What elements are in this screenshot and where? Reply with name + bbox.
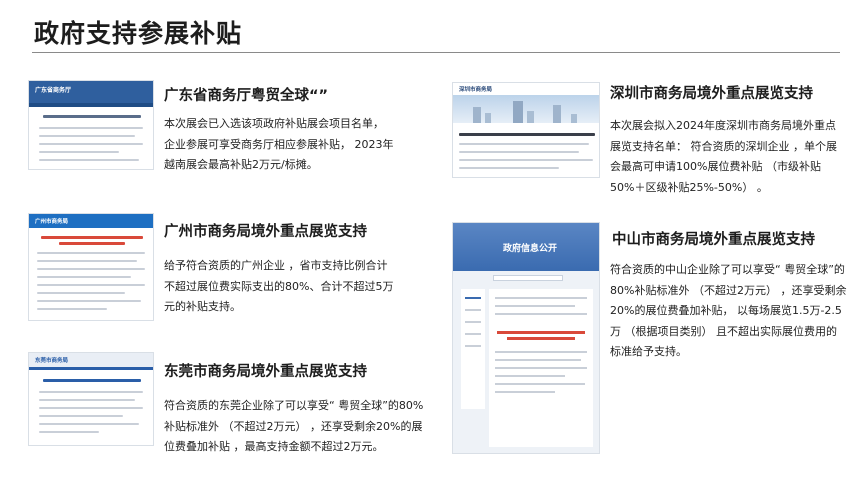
thumb-nav-strip (29, 367, 153, 370)
description-line: 万 （根据项目类别） 且不超出实际展位费用的 (610, 324, 837, 338)
thumb-text-line (37, 292, 125, 294)
thumb-text-line (39, 143, 143, 145)
thumb-text-line (459, 167, 559, 169)
description-line: 补贴标准外 （不超过2万元） ，还享受剩余20%的展 (164, 419, 423, 433)
card-title: 深圳市商务局境外重点展览支持 (610, 86, 813, 102)
thumb-text-line (37, 252, 145, 254)
thumb-logo-text: 政府信息公开 (503, 244, 558, 254)
thumb-content-panel (489, 289, 593, 447)
description-line: 元的补贴支持。 (164, 300, 241, 313)
thumb-search-box (493, 275, 563, 281)
card-description: 本次展会已入选该项政府补贴展会项目名单， 企业参展可享受商务厅相应参展补贴， 2… (164, 114, 394, 176)
thumb-text-line (37, 284, 145, 286)
card-description: 符合资质的东莞企业除了可以享受“ 粤贸全球”的80% 补贴标准外 （不超过2万元… (164, 396, 423, 458)
thumb-text-line (39, 407, 143, 409)
thumb-logo-text: 东莞市商务局 (35, 358, 69, 364)
card-title: 中山市商务局境外重点展览支持 (612, 232, 815, 248)
title-divider (32, 52, 840, 53)
description-line: 不超过展位费实际支出的80%、合计不超过5万 (164, 279, 394, 293)
thumb-text-line (37, 300, 141, 302)
card-description: 本次展会拟入2024年度深圳市商务局境外重点 展览支持名单： 符合资质的深圳企业… (610, 116, 837, 198)
thumb-text-line (459, 151, 579, 153)
thumb-text-line (39, 391, 143, 393)
card-description: 符合资质的中山企业除了可以享受“ 粤贸全球”的 80%补贴标准外 （不超过2万元… (610, 260, 846, 363)
description-line: 本次展会已入选该项政府补贴展会项目名单， (164, 117, 384, 130)
thumb-side-menu (461, 289, 485, 409)
card-title: 广东省商务厅粤贸全球“” (164, 88, 329, 104)
thumb-logo-text: 广东省商务厅 (35, 87, 72, 94)
thumb-logo-text: 深圳市商务局 (459, 87, 493, 93)
description-line: 本次展会拟入2024年度深圳市商务局境外重点 (610, 119, 836, 132)
thumb-text-line (37, 260, 137, 262)
thumb-text-line (39, 151, 119, 153)
thumb-nav-strip (29, 103, 153, 107)
thumb-text-line (459, 143, 589, 145)
description-line: 企业参展可享受商务厅相应参展补贴， 2023年 (164, 137, 394, 151)
thumb-logo-text: 广州市商务局 (35, 219, 69, 225)
thumb-text-line (39, 127, 143, 129)
guangzhou-screenshot-thumbnail[interactable]: 广州市商务局 (28, 213, 154, 321)
thumb-text-line (37, 268, 145, 270)
description-line: 标准给予支持。 (610, 345, 687, 358)
thumb-article-title (43, 379, 141, 382)
thumb-text-line (459, 159, 593, 161)
thumb-city-skyline-banner (453, 95, 599, 123)
thumb-red-headline (41, 236, 143, 239)
description-line: 符合资质的东莞企业除了可以享受“ 粤贸全球”的80% (164, 399, 424, 412)
thumb-article-title (459, 133, 595, 136)
thumb-text-line (39, 135, 135, 137)
shenzhen-screenshot-thumbnail[interactable]: 深圳市商务局 (452, 82, 600, 178)
dongguan-screenshot-thumbnail[interactable]: 东莞市商务局 (28, 352, 154, 446)
thumb-article-title (43, 115, 141, 118)
thumb-red-headline (59, 242, 125, 245)
guangdong-screenshot-thumbnail[interactable]: 广东省商务厅 (28, 80, 154, 170)
description-line: 50%＋区级补贴25%-50%） 。 (610, 180, 768, 194)
description-line: 越南展会最高补贴2万元/标摊。 (164, 158, 318, 171)
page-title: 政府支持参展补贴 (34, 19, 243, 48)
description-line: 80%补贴标准外 （不超过2万元） ，还享受剩余 (610, 283, 847, 297)
thumb-text-line (39, 159, 139, 161)
description-line: 20%的展位费叠加补贴， 以每场展览1.5万-2.5 (610, 304, 842, 317)
card-title: 广州市商务局境外重点展览支持 (164, 224, 367, 240)
description-line: 会最高可申请100%展位费补贴 （市级补贴 (610, 160, 821, 173)
thumb-text-line (39, 431, 99, 433)
description-line: 符合资质的中山企业除了可以享受“ 粤贸全球”的 (610, 263, 845, 276)
description-line: 给予符合资质的广州企业 ，省市支持比例合计 (164, 259, 388, 272)
card-description: 给予符合资质的广州企业 ，省市支持比例合计 不超过展位费实际支出的80%、合计不… (164, 256, 393, 318)
thumb-text-line (37, 276, 131, 278)
card-title: 东莞市商务局境外重点展览支持 (164, 364, 367, 380)
description-line: 展览支持名单： 符合资质的深圳企业 ，单个展 (610, 139, 837, 153)
thumb-text-line (39, 399, 135, 401)
zhongshan-screenshot-thumbnail[interactable]: 政府信息公开 (452, 222, 600, 454)
thumb-text-line (39, 415, 123, 417)
thumb-text-line (39, 423, 139, 425)
description-line: 位费叠加补贴 ，最高支持金额不超过2万元。 (164, 440, 384, 453)
thumb-text-line (37, 308, 107, 310)
